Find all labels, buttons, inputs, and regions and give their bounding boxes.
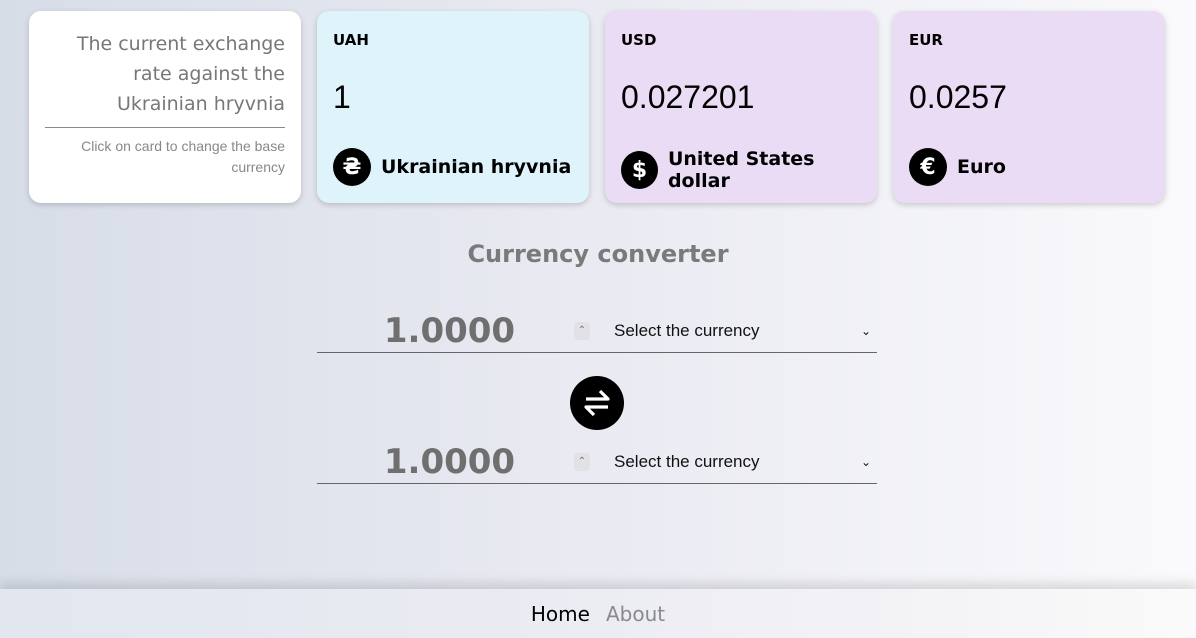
chevron-down-icon: ⌄ (860, 323, 871, 338)
currency-cards: The current exchange rate against the Uk… (29, 11, 1165, 203)
swap-arrows-icon (584, 389, 610, 417)
to-currency-select[interactable]: Select the currency ⌄ (614, 452, 877, 472)
swap-currencies-button[interactable] (570, 376, 624, 430)
converter-from-row: 1.0000 ⌃ Select the currency ⌄ (317, 309, 877, 353)
select-label: Select the currency (614, 451, 760, 471)
euro-icon: € (909, 148, 947, 186)
footer-nav: Home About (0, 589, 1196, 638)
select-label: Select the currency (614, 320, 760, 340)
converter-to-row: 1.0000 ⌃ Select the currency ⌄ (317, 440, 877, 484)
hryvnia-icon: ₴ (333, 148, 371, 186)
from-amount-input[interactable]: 1.0000 (317, 311, 582, 351)
to-amount-input[interactable]: 1.0000 (317, 442, 582, 482)
nav-home-link[interactable]: Home (531, 602, 590, 626)
to-amount-stepper-icon[interactable]: ⌃ (574, 452, 590, 471)
converter-title: Currency converter (467, 240, 729, 268)
currency-code: USD (621, 31, 657, 49)
currency-card-uah[interactable]: UAH 1 ₴ Ukrainian hryvnia (317, 11, 589, 203)
intro-title: The current exchange rate against the Uk… (45, 29, 285, 128)
currency-name: Ukrainian hryvnia (381, 156, 572, 178)
from-currency-select[interactable]: Select the currency ⌄ (614, 321, 877, 341)
dollar-icon: $ (621, 151, 658, 189)
currency-name: Euro (957, 156, 1006, 178)
currency-code: UAH (333, 31, 369, 49)
currency-rate: 0.0257 (909, 79, 1007, 115)
intro-card: The current exchange rate against the Uk… (29, 11, 301, 203)
currency-rate: 1 (333, 79, 351, 115)
currency-card-usd[interactable]: USD 0.027201 $ United States dollar (605, 11, 877, 203)
currency-card-eur[interactable]: EUR 0.0257 € Euro (893, 11, 1165, 203)
nav-about-link[interactable]: About (606, 602, 665, 626)
from-amount-stepper-icon[interactable]: ⌃ (574, 321, 590, 340)
intro-hint: Click on card to change the base currenc… (81, 138, 285, 175)
currency-code: EUR (909, 31, 943, 49)
currency-name: United States dollar (667, 148, 815, 192)
chevron-down-icon: ⌄ (860, 454, 871, 469)
currency-rate: 0.027201 (621, 79, 755, 115)
